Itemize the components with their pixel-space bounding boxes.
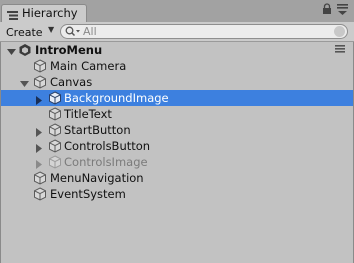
gameobject-icon [48, 107, 62, 121]
foldout-collapsed-icon[interactable] [35, 142, 44, 153]
tab-bar: Hierarchy [0, 0, 354, 22]
tree-item-label: BackgroundImage [64, 91, 169, 105]
hierarchy-toolbar: Create ▼ [0, 22, 354, 42]
lock-icon[interactable] [322, 3, 332, 18]
scene-menu-icon[interactable] [335, 44, 345, 59]
unity-scene-icon [18, 43, 32, 57]
caret-down-icon: ▼ [48, 25, 55, 34]
hierarchy-window: Hierarchy Create ▼ All IntroMenu Main Ca… [0, 0, 354, 263]
create-button[interactable]: Create ▼ [6, 24, 56, 40]
tree-item-label: MenuNavigation [50, 171, 144, 185]
tree-item-label: ControlsButton [64, 139, 151, 153]
tree-item-controls-image[interactable]: ControlsImage [1, 154, 353, 170]
gameobject-icon [48, 91, 62, 105]
create-button-label: Create [6, 25, 43, 39]
gameobject-icon [33, 187, 47, 201]
tree-item-label: Canvas [50, 75, 93, 89]
search-icon[interactable] [65, 26, 81, 40]
search-input[interactable] [83, 25, 323, 38]
gameobject-icon [33, 59, 47, 73]
hierarchy-tree: IntroMenu Main Camera Canvas BackgroundI… [0, 42, 354, 263]
panel-menu-icon[interactable] [337, 3, 348, 19]
foldout-collapsed-icon[interactable] [35, 94, 44, 105]
gameobject-icon [48, 139, 62, 153]
foldout-collapsed-icon[interactable] [35, 158, 44, 169]
foldout-collapsed-icon[interactable] [35, 126, 44, 137]
scene-name: IntroMenu [35, 43, 103, 57]
window-controls [320, 3, 350, 21]
list-icon [7, 9, 18, 23]
tree-item-start-button[interactable]: StartButton [1, 122, 353, 138]
tree-item-controls-button[interactable]: ControlsButton [1, 138, 353, 154]
tree-item-main-camera[interactable]: Main Camera [1, 58, 353, 74]
tree-item-title-text[interactable]: TitleText [1, 106, 353, 122]
foldout-expanded-icon[interactable] [20, 78, 29, 87]
scene-row[interactable]: IntroMenu [1, 42, 353, 58]
tree-item-label: StartButton [64, 123, 131, 137]
tree-item-canvas[interactable]: Canvas [1, 74, 353, 90]
tab-hierarchy[interactable]: Hierarchy [1, 4, 87, 22]
search-cancel-button[interactable] [334, 26, 345, 37]
tree-item-menu-navigation[interactable]: MenuNavigation [1, 170, 353, 186]
tree-item-background-image[interactable]: BackgroundImage [1, 90, 353, 106]
tree-item-label: EventSystem [50, 187, 126, 201]
tab-label: Hierarchy [22, 6, 78, 20]
tree-item-label: TitleText [64, 107, 112, 121]
tree-item-label: ControlsImage [64, 155, 148, 169]
gameobject-icon [48, 123, 62, 137]
tree-item-event-system[interactable]: EventSystem [1, 186, 353, 202]
gameobject-icon [33, 171, 47, 185]
search-box[interactable] [60, 24, 348, 39]
foldout-expanded-icon[interactable] [7, 46, 16, 55]
tree-item-label: Main Camera [50, 59, 127, 73]
gameobject-icon [33, 75, 47, 89]
gameobject-inactive-icon [48, 155, 62, 169]
